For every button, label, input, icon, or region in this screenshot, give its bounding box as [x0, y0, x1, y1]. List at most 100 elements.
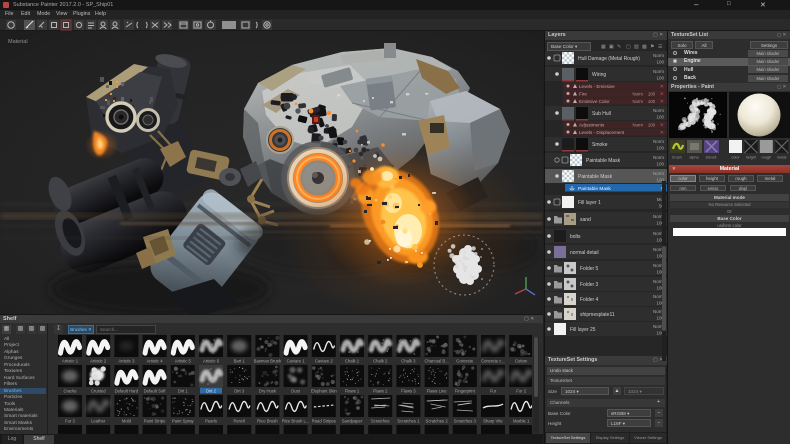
svg-text:Artistic 1: Artistic 1: [62, 359, 79, 364]
svg-text:Flaws Line: Flaws Line: [427, 389, 448, 394]
svg-text:Pearls: Pearls: [205, 419, 217, 424]
svg-text:Dust: Dust: [291, 389, 300, 394]
svg-text:Artistic 6: Artistic 6: [203, 359, 220, 364]
svg-text:Scratches 2: Scratches 2: [426, 419, 449, 424]
svg-text:normal detail: normal detail: [570, 250, 599, 256]
svg-text:Chalk 3: Chalk 3: [401, 359, 416, 364]
svg-text:Hull Damage (Metal Rough): Hull Damage (Metal Rough): [578, 56, 640, 62]
svg-text:Fur 2: Fur 2: [516, 389, 526, 394]
svg-text:Fur 3: Fur 3: [65, 419, 75, 424]
svg-text:Norm: Norm: [653, 69, 664, 74]
svg-text:✕: ✕: [660, 99, 664, 105]
svg-text:alpha: alpha: [689, 156, 699, 160]
svg-text:stencil: stencil: [706, 156, 717, 160]
svg-text:Levels - Emissive: Levels - Emissive: [579, 84, 615, 89]
svg-text:✕: ✕: [660, 92, 664, 98]
svg-text:100: 100: [656, 60, 664, 65]
svg-text:Fill layer 1: Fill layer 1: [578, 200, 601, 206]
svg-text:bolts: bolts: [570, 234, 581, 240]
svg-text:Charcoal B...: Charcoal B...: [424, 359, 448, 364]
svg-text:Fur: Fur: [490, 389, 497, 394]
svg-text:Cracks: Cracks: [63, 389, 76, 394]
svg-text:shipmesplate11: shipmesplate11: [580, 312, 615, 318]
svg-text:Caviare 2: Caviare 2: [315, 359, 334, 364]
svg-text:Paintable Mask: Paintable Mask: [578, 174, 613, 180]
svg-text:Paint Spray: Paint Spray: [172, 419, 195, 424]
svg-text:100: 100: [648, 92, 656, 97]
svg-text:Elephant Skin: Elephant Skin: [311, 389, 338, 394]
svg-text:100: 100: [656, 162, 664, 167]
svg-text:Flaws 1: Flaws 1: [345, 389, 360, 394]
svg-text:Sub Hull: Sub Hull: [592, 111, 611, 117]
svg-text:Levels - Displacement: Levels - Displacement: [579, 130, 625, 135]
svg-text:Norm: Norm: [632, 92, 643, 97]
svg-text:Default Soft: Default Soft: [144, 389, 167, 394]
svg-text:Paint Stripe: Paint Stripe: [144, 419, 166, 424]
svg-text:Bart 1: Bart 1: [234, 359, 246, 364]
svg-text:Dry Husk: Dry Husk: [259, 389, 277, 394]
svg-text:Scratches 1: Scratches 1: [397, 419, 420, 424]
svg-text:Scratches: Scratches: [371, 419, 390, 424]
svg-text:Crusted: Crusted: [91, 389, 106, 394]
svg-text:100: 100: [656, 76, 664, 81]
svg-text:metal: metal: [777, 156, 786, 160]
svg-text:Cotton: Cotton: [515, 359, 528, 364]
svg-text:Rice Brush L...: Rice Brush L...: [282, 419, 309, 424]
svg-text:Norm: Norm: [653, 171, 664, 176]
svg-text:Wiring: Wiring: [592, 72, 606, 78]
svg-text:Norm: Norm: [632, 99, 643, 104]
svg-text:Caviare 1: Caviare 1: [287, 359, 306, 364]
svg-text:Sandpaper: Sandpaper: [342, 419, 363, 424]
svg-text:Chalk 1: Chalk 1: [345, 359, 360, 364]
svg-text:100: 100: [656, 146, 664, 151]
svg-text:sand: sand: [580, 217, 591, 223]
svg-text:Sharp Vite: Sharp Vite: [483, 419, 503, 424]
svg-text:Artistic 3: Artistic 3: [118, 359, 135, 364]
svg-text:100: 100: [648, 99, 656, 104]
svg-text:brush: brush: [672, 156, 682, 160]
svg-text:Dirt 2: Dirt 2: [206, 389, 217, 394]
svg-text:Dirt 3: Dirt 3: [234, 389, 245, 394]
svg-text:Rice Brush: Rice Brush: [257, 419, 278, 424]
svg-text:Marble 1: Marble 1: [513, 419, 530, 424]
svg-text:height: height: [746, 156, 757, 160]
svg-text:Concrete c...: Concrete c...: [481, 359, 505, 364]
svg-text:Mold: Mold: [122, 419, 132, 424]
svg-text:Smoke: Smoke: [592, 142, 608, 148]
svg-text:Norm: Norm: [653, 155, 664, 160]
svg-text:Fire: Fire: [579, 92, 587, 97]
svg-text:Paintable Mask: Paintable Mask: [586, 158, 621, 164]
svg-text:Default Hard: Default Hard: [115, 389, 139, 394]
svg-text:✕: ✕: [660, 84, 664, 90]
svg-text:✕: ✕: [660, 123, 664, 129]
svg-text:Adjustments: Adjustments: [579, 123, 605, 128]
svg-text:Chalk 2: Chalk 2: [373, 359, 388, 364]
svg-text:Norm: Norm: [653, 139, 664, 144]
svg-text:Flaws 3: Flaws 3: [401, 389, 416, 394]
svg-text:Leather: Leather: [91, 419, 106, 424]
svg-text:Norm: Norm: [653, 108, 664, 113]
svg-text:Folder 5: Folder 5: [580, 266, 599, 272]
svg-text:Artistic 2: Artistic 2: [90, 359, 107, 364]
svg-text:Norm: Norm: [653, 53, 664, 58]
svg-text:Artistic 5: Artistic 5: [175, 359, 192, 364]
svg-text:Folder 3: Folder 3: [580, 282, 599, 288]
svg-text:100: 100: [648, 123, 656, 128]
svg-text:Norm: Norm: [632, 123, 643, 128]
svg-text:Road Stripes: Road Stripes: [312, 419, 336, 424]
svg-text:Basman Brush: Basman Brush: [254, 359, 282, 364]
svg-text:Dirt 1: Dirt 1: [178, 389, 189, 394]
svg-text:Scratches 3: Scratches 3: [454, 419, 477, 424]
svg-text:Folder 4: Folder 4: [580, 297, 599, 303]
svg-text:Artistic 4: Artistic 4: [147, 359, 164, 364]
svg-text:Fingerprint: Fingerprint: [455, 389, 476, 394]
svg-text:Emissive Color: Emissive Color: [579, 99, 610, 104]
svg-text:Flaws 2: Flaws 2: [373, 389, 388, 394]
svg-text:✕: ✕: [660, 130, 664, 136]
svg-text:Pencil: Pencil: [233, 419, 244, 424]
svg-text:rough: rough: [761, 156, 771, 160]
svg-text:Fill layer 25: Fill layer 25: [570, 327, 596, 333]
svg-text:100: 100: [656, 115, 664, 120]
svg-text:Paintable Mask: Paintable Mask: [578, 186, 611, 192]
svg-text:color: color: [731, 156, 740, 160]
